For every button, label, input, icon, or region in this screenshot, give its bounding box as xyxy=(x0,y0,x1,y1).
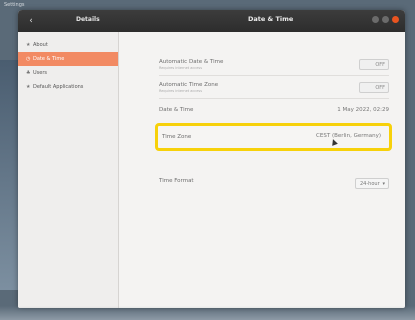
time-format-row: Time Format 24-hour ▾ xyxy=(159,178,389,189)
time-zone-row[interactable]: Time Zone CEST (Berlin, Germany) xyxy=(155,123,392,151)
divider xyxy=(159,98,389,99)
clock-icon: ◷ xyxy=(26,56,31,62)
mouse-cursor-icon xyxy=(330,138,338,146)
auto-time-zone-sublabel: Requires internet access xyxy=(159,89,203,93)
desktop-background xyxy=(0,60,18,290)
star-icon: ★ xyxy=(26,84,31,90)
minimize-button[interactable] xyxy=(372,16,379,23)
users-icon: ♣ xyxy=(26,70,31,76)
auto-time-zone-label: Automatic Time Zone xyxy=(159,82,219,88)
time-zone-value: CEST (Berlin, Germany) xyxy=(316,133,381,139)
time-format-dropdown[interactable]: 24-hour ▾ xyxy=(355,178,389,189)
auto-time-zone-switch[interactable]: OFF xyxy=(359,82,389,93)
close-button[interactable] xyxy=(392,16,399,23)
auto-date-time-switch[interactable]: OFF xyxy=(359,59,389,70)
screen-bottom-edge xyxy=(0,306,415,320)
auto-date-time-row: Automatic Date & Time Requires internet … xyxy=(159,59,389,70)
sidebar-item-label: Users xyxy=(33,70,48,76)
sidebar-item-default-applications[interactable]: ★ Default Applications xyxy=(18,80,118,94)
window-controls xyxy=(372,16,399,23)
back-button[interactable]: ‹ xyxy=(24,15,38,27)
sidebar-item-users[interactable]: ♣ Users xyxy=(18,66,118,80)
date-time-row[interactable]: Date & Time 1 May 2022, 02:29 xyxy=(159,107,389,113)
app-menu-label[interactable]: Settings xyxy=(4,2,25,8)
sidebar-item-about[interactable]: ★ About xyxy=(18,38,118,52)
sidebar-item-label: Default Applications xyxy=(33,84,84,90)
window-title: Date & Time xyxy=(248,15,294,23)
chevron-down-icon: ▾ xyxy=(382,181,385,187)
auto-date-time-label: Automatic Date & Time xyxy=(159,59,224,65)
divider xyxy=(159,75,389,76)
auto-time-zone-row: Automatic Time Zone Requires internet ac… xyxy=(159,82,389,93)
settings-window: ‹ Details Date & Time ★ About ◷ Date & T… xyxy=(18,10,405,308)
sidebar-item-date-time[interactable]: ◷ Date & Time xyxy=(18,52,118,66)
sidebar: ★ About ◷ Date & Time ♣ Users ★ Default … xyxy=(18,32,119,308)
header-bar: ‹ Details Date & Time xyxy=(18,10,405,32)
sidebar-item-label: About xyxy=(33,42,48,48)
panel-title: Details xyxy=(76,16,100,23)
sidebar-item-label: Date & Time xyxy=(33,56,65,62)
time-format-value: 24-hour xyxy=(360,181,380,187)
date-time-value: 1 May 2022, 02:29 xyxy=(337,107,389,113)
chevron-left-icon: ‹ xyxy=(29,16,33,26)
main-content: Automatic Date & Time Requires internet … xyxy=(119,32,405,308)
auto-date-time-sublabel: Requires internet access xyxy=(159,66,203,70)
time-zone-label: Time Zone xyxy=(162,134,192,140)
info-icon: ★ xyxy=(26,42,31,48)
maximize-button[interactable] xyxy=(382,16,389,23)
